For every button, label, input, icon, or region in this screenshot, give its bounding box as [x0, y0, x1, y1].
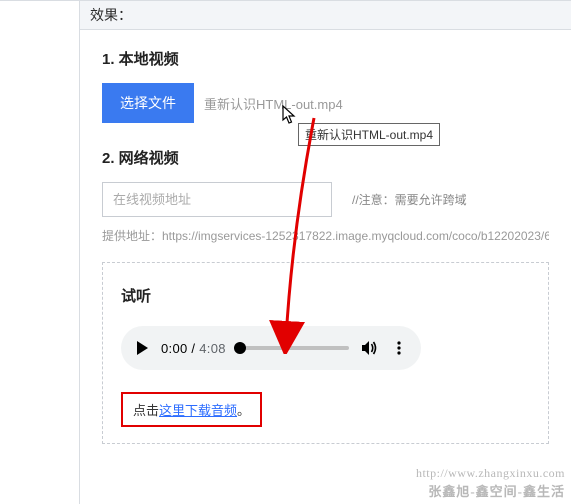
audio-menu-button[interactable] [389, 340, 409, 356]
download-prefix: 点击 [133, 403, 159, 418]
audio-player: 0:00 / 4:08 [121, 326, 421, 370]
sample-url-hint: 提供地址：https://imgservices-1252317822.imag… [102, 227, 549, 244]
kebab-menu-icon [391, 340, 407, 356]
effect-header: 效果： [80, 0, 571, 30]
download-suffix: 。 [237, 403, 250, 418]
play-button[interactable] [133, 339, 151, 357]
selected-filename: 重新认识HTML-out.mp4 [204, 94, 343, 113]
volume-icon [359, 338, 379, 358]
filename-tooltip: 重新认识HTML-out.mp4 [298, 123, 440, 146]
download-audio-link[interactable]: 这里下载音频 [159, 403, 237, 418]
online-video-url-input[interactable] [102, 182, 332, 217]
play-icon [133, 339, 151, 357]
listen-title: 试听 [121, 285, 530, 306]
audio-seek-track[interactable] [236, 346, 349, 350]
download-highlight-box: 点击这里下载音频。 [121, 392, 262, 427]
select-file-button[interactable]: 选择文件 [102, 83, 194, 123]
section-local-video-title: 1. 本地视频 [102, 48, 549, 69]
preview-box: 试听 0:00 / 4:08 [102, 262, 549, 444]
section-network-video-title: 2. 网络视频 [102, 147, 549, 168]
audio-time: 0:00 / 4:08 [161, 341, 226, 356]
cors-note: //注意：需要允许跨域 [352, 191, 467, 208]
left-sidebar [0, 0, 80, 504]
volume-button[interactable] [359, 338, 379, 358]
